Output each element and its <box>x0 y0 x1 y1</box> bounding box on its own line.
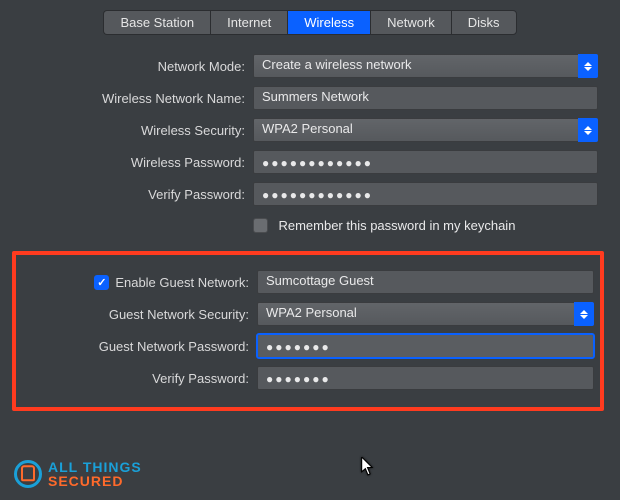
watermark-line1: ALL THINGS <box>48 460 142 474</box>
lock-icon <box>14 460 42 488</box>
input-wireless-name[interactable]: Summers Network <box>253 86 598 110</box>
tab-disks[interactable]: Disks <box>451 10 517 35</box>
wireless-form: Network Mode: Create a wireless network … <box>0 47 620 239</box>
tab-bar: Base Station Internet Wireless Network D… <box>0 0 620 47</box>
checkbox-remember-keychain[interactable] <box>253 218 268 233</box>
input-guest-verify[interactable]: ●●●●●●● <box>257 366 594 390</box>
checkbox-enable-guest[interactable] <box>94 275 109 290</box>
tab-base-station[interactable]: Base Station <box>103 10 210 35</box>
watermark-logo: ALL THINGS SECURED <box>14 460 142 488</box>
tab-internet[interactable]: Internet <box>210 10 287 35</box>
input-wireless-password[interactable]: ●●●●●●●●●●●● <box>253 150 598 174</box>
label-guest-verify: Verify Password: <box>16 371 257 386</box>
label-enable-guest: Enable Guest Network: <box>16 275 257 290</box>
select-network-mode[interactable]: Create a wireless network <box>253 54 598 78</box>
select-wireless-security[interactable]: WPA2 Personal <box>253 118 598 142</box>
input-verify-password[interactable]: ●●●●●●●●●●●● <box>253 182 598 206</box>
label-remember-keychain: Remember this password in my keychain <box>278 218 515 233</box>
cursor-icon <box>360 457 376 482</box>
label-wireless-name: Wireless Network Name: <box>0 91 253 106</box>
tab-wireless[interactable]: Wireless <box>287 10 370 35</box>
select-guest-security[interactable]: WPA2 Personal <box>257 302 594 326</box>
input-guest-password[interactable]: ●●●●●●● <box>257 334 594 358</box>
watermark-line2: SECURED <box>48 474 142 488</box>
label-network-mode: Network Mode: <box>0 59 253 74</box>
label-wireless-security: Wireless Security: <box>0 123 253 138</box>
label-wireless-password: Wireless Password: <box>0 155 253 170</box>
label-guest-security: Guest Network Security: <box>16 307 257 322</box>
label-guest-password: Guest Network Password: <box>16 339 257 354</box>
guest-network-section: Enable Guest Network: Sumcottage Guest G… <box>12 251 604 411</box>
input-guest-name[interactable]: Sumcottage Guest <box>257 270 594 294</box>
label-verify-password: Verify Password: <box>0 187 253 202</box>
tab-network[interactable]: Network <box>370 10 451 35</box>
